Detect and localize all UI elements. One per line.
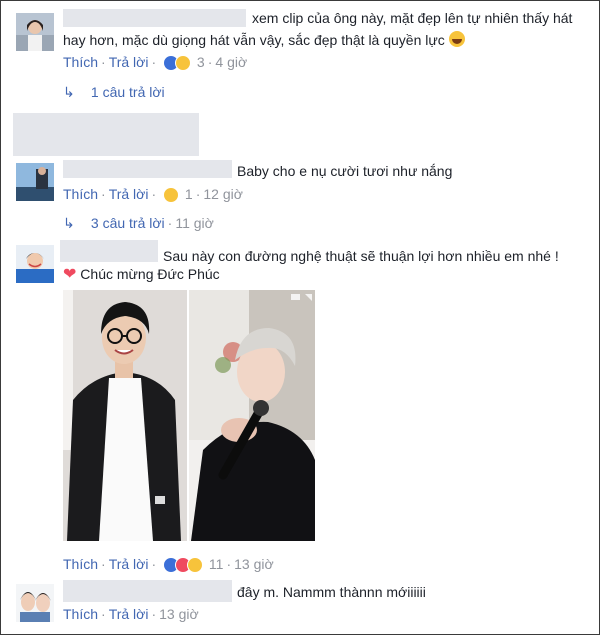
reaction-count[interactable]: 1: [185, 186, 193, 202]
haha-reaction-icon: [187, 557, 204, 574]
reaction-icons[interactable]: [163, 55, 193, 72]
reply-link[interactable]: Trả lời: [109, 606, 149, 622]
like-link[interactable]: Thích: [63, 186, 98, 202]
reply-link[interactable]: Trả lời: [109, 186, 149, 202]
reply-link[interactable]: Trả lời: [109, 556, 149, 572]
separator: ·: [101, 606, 106, 622]
separator: ·: [151, 186, 157, 202]
reaction-count[interactable]: 11: [209, 556, 224, 572]
like-link[interactable]: Thích: [63, 556, 98, 572]
reaction-icons[interactable]: [163, 187, 181, 204]
comment-actions: Thích · Trả lời · 3 · 4 giờ: [63, 53, 247, 72]
redacted-name: [13, 113, 199, 156]
reaction-icons[interactable]: [163, 557, 205, 574]
separator: ·: [207, 54, 213, 70]
comment-text: ❤ Chúc mừng Đức Phúc: [63, 264, 220, 285]
avatar[interactable]: [16, 13, 54, 51]
avatar[interactable]: [16, 245, 54, 283]
timestamp[interactable]: 4 giờ: [215, 54, 247, 70]
avatar[interactable]: [16, 584, 54, 622]
separator: ·: [226, 556, 232, 572]
separator: ·: [167, 215, 173, 231]
heart-icon: ❤: [63, 266, 77, 283]
reply-link[interactable]: Trả lời: [109, 54, 149, 70]
separator: ·: [151, 606, 157, 622]
separator: ·: [151, 556, 157, 572]
view-replies-link[interactable]: ↳ 3 câu trả lời · 11 giờ: [63, 214, 214, 232]
separator: ·: [151, 54, 157, 70]
commenter-name[interactable]: [63, 160, 232, 178]
separator: ·: [101, 186, 106, 202]
laughing-emoji-icon: [448, 31, 465, 47]
timestamp[interactable]: 12 giờ: [203, 186, 243, 202]
replies-timestamp[interactable]: 11 giờ: [175, 215, 214, 231]
comment-photo[interactable]: [63, 290, 315, 541]
haha-reaction-icon: [175, 55, 192, 72]
comment-text: Baby cho e nụ cười tươi như nắng: [237, 163, 453, 179]
comment-text-line: Chúc mừng Đức Phúc: [80, 266, 220, 282]
comment-actions: Thích · Trả lời · 1 · 12 giờ: [63, 185, 243, 204]
avatar[interactable]: [16, 163, 54, 201]
commenter-name[interactable]: [60, 240, 158, 262]
like-link[interactable]: Thích: [63, 606, 98, 622]
like-link[interactable]: Thích: [63, 54, 98, 70]
haha-reaction-icon: [163, 187, 180, 204]
comment-text: đây m. Nammm thànnn mớiiiiii: [237, 584, 426, 600]
reply-arrow-icon: ↳: [63, 84, 75, 100]
comment-actions: Thích · Trả lời · 11 · 13 giờ: [63, 555, 274, 574]
comment-text-line: hay hơn, mặc dù giọng hát vẫn vậy, sắc đ…: [63, 32, 445, 48]
commenter-name[interactable]: [63, 580, 232, 602]
comment-text: hay hơn, mặc dù giọng hát vẫn vậy, sắc đ…: [63, 30, 465, 50]
separator: ·: [101, 556, 106, 572]
comment-text: xem clip của ông này, mặt đẹp lên tự nhi…: [252, 10, 573, 26]
separator: ·: [195, 186, 201, 202]
comment-actions: Thích · Trả lời · 13 giờ: [63, 605, 199, 623]
separator: ·: [101, 54, 106, 70]
reaction-count[interactable]: 3: [197, 54, 205, 70]
timestamp[interactable]: 13 giờ: [159, 606, 199, 622]
replies-count[interactable]: 3 câu trả lời: [91, 215, 165, 231]
comment-text: Sau này con đường nghệ thuật sẽ thuận lợ…: [163, 248, 559, 264]
view-replies-link[interactable]: ↳ 1 câu trả lời: [63, 83, 165, 101]
reply-arrow-icon: ↳: [63, 215, 75, 231]
replies-count[interactable]: 1 câu trả lời: [91, 84, 165, 100]
timestamp[interactable]: 13 giờ: [234, 556, 274, 572]
commenter-name[interactable]: [63, 9, 246, 27]
